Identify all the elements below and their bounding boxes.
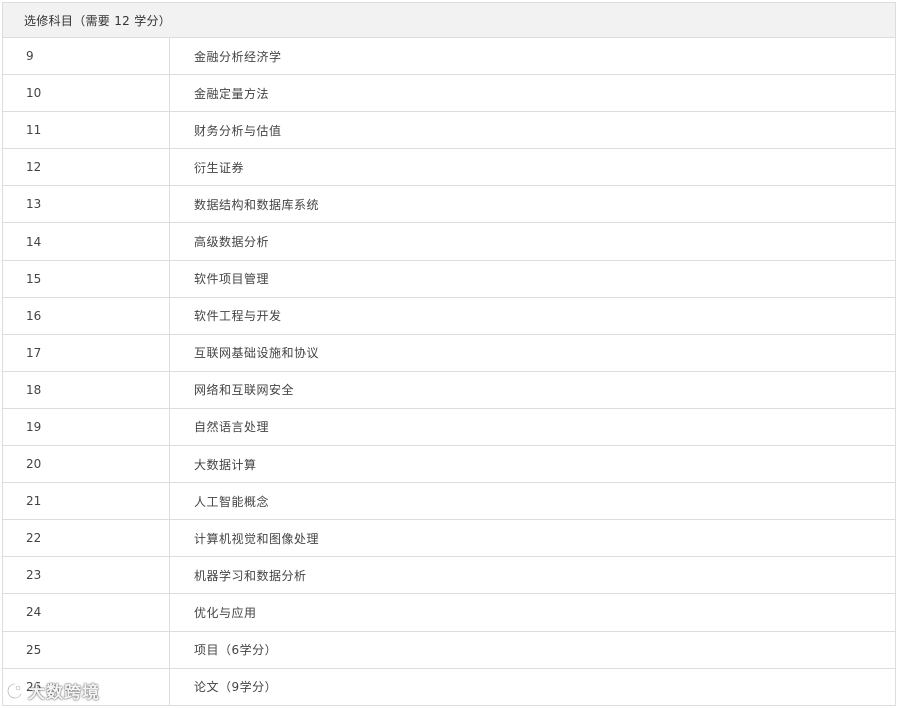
course-number-cell: 11	[3, 112, 170, 149]
course-name-cell: 机器学习和数据分析	[194, 568, 307, 583]
course-number-cell: 10	[3, 75, 170, 112]
table-row: 20 大数据计算	[3, 446, 895, 484]
course-number-cell: 19	[3, 408, 170, 446]
elective-courses-table: 选修科目（需要 12 学分） 9 金融分析经济学 10 金融定量方法 11 财务分析与估值…	[2, 2, 896, 706]
table-row: 18 网络和互联网安全	[3, 371, 895, 409]
table-row: 26 论文（9学分）	[3, 668, 895, 706]
table-row: 11 财务分析与估值	[3, 112, 895, 150]
course-name-cell: 高级数据分析	[194, 235, 270, 250]
table-body: 9 金融分析经济学 10 金融定量方法 11 财务分析与估值 12 衍生证券 13 数据结构和数据…	[3, 38, 895, 706]
course-number-cell: 12	[3, 149, 170, 186]
course-name-cell: 网络和互联网安全	[194, 383, 295, 398]
table-row: 10 金融定量方法	[3, 75, 895, 113]
course-number-cell: 13	[3, 186, 170, 223]
course-number-cell: 16	[3, 297, 170, 334]
table-row: 23 机器学习和数据分析	[3, 557, 895, 595]
course-name-cell: 论文（9学分）	[194, 680, 278, 695]
course-name-cell: 软件工程与开发	[194, 309, 282, 324]
course-number-cell: 26	[3, 668, 170, 705]
course-number-cell: 14	[3, 223, 170, 260]
course-number-cell: 23	[3, 557, 170, 594]
course-number-cell: 15	[3, 260, 170, 297]
course-number-cell: 17	[3, 334, 170, 371]
table-row: 17 互联网基础设施和协议	[3, 334, 895, 372]
course-name-cell: 数据结构和数据库系统	[194, 197, 320, 212]
course-name-cell: 互联网基础设施和协议	[194, 346, 320, 361]
course-name-cell: 财务分析与估值	[194, 123, 282, 138]
table-row: 13 数据结构和数据库系统	[3, 186, 895, 224]
course-name-cell: 项目（6学分）	[194, 643, 278, 658]
course-name-cell: 人工智能概念	[194, 494, 270, 509]
table-row: 24 优化与应用	[3, 594, 895, 632]
course-name-cell: 金融分析经济学	[194, 49, 282, 64]
table-row: 19 自然语言处理	[3, 408, 895, 447]
table-header-label: 选修科目（需要 12 学分）	[24, 13, 172, 28]
course-number-cell: 20	[3, 446, 170, 483]
table-row: 21 人工智能概念	[3, 483, 895, 521]
course-name-cell: 计算机视觉和图像处理	[194, 531, 320, 546]
course-number-cell: 25	[3, 631, 170, 668]
table-row: 15 软件项目管理	[3, 260, 895, 298]
table-row: 22 计算机视觉和图像处理	[3, 520, 895, 558]
course-name-cell: 软件项目管理	[194, 272, 270, 287]
table-row: 14 高级数据分析	[3, 223, 895, 261]
course-number-cell: 24	[3, 594, 170, 631]
course-name-cell: 金融定量方法	[194, 86, 270, 101]
course-number-cell: 22	[3, 520, 170, 557]
course-number-cell: 9	[3, 38, 170, 75]
course-name-cell: 大数据计算	[194, 457, 257, 472]
course-name-cell: 衍生证券	[194, 160, 245, 175]
table-row: 16 软件工程与开发	[3, 297, 895, 335]
course-name-cell: 自然语言处理	[194, 420, 270, 435]
table-row: 9 金融分析经济学	[3, 38, 895, 76]
course-number-cell: 21	[3, 483, 170, 520]
course-name-cell: 优化与应用	[194, 605, 257, 620]
table-row: 25 项目（6学分）	[3, 631, 895, 669]
table-row: 12 衍生证券	[3, 149, 895, 187]
table-header: 选修科目（需要 12 学分）	[3, 2, 895, 38]
course-number-cell: 18	[3, 371, 170, 408]
